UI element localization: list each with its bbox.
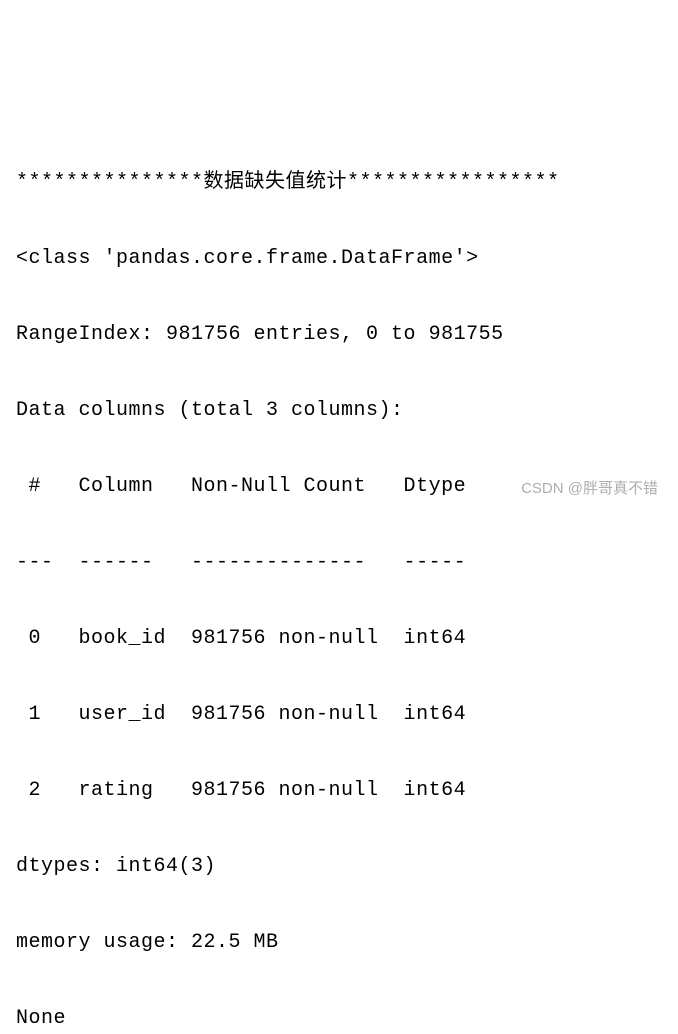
watermark: CSDN @胖哥真不错 [521, 475, 658, 504]
table-row: 2 rating 981756 non-null int64 [16, 772, 662, 810]
rangeindex-line: RangeIndex: 981756 entries, 0 to 981755 [16, 316, 662, 354]
table-row: 1 user_id 981756 non-null int64 [16, 696, 662, 734]
class-line: <class 'pandas.core.frame.DataFrame'> [16, 240, 662, 278]
column-separator: --- ------ -------------- ----- [16, 544, 662, 582]
memory-line: memory usage: 22.5 MB [16, 924, 662, 962]
data-columns-line: Data columns (total 3 columns): [16, 392, 662, 430]
section-header: ***************数据缺失值统计***************** [16, 164, 662, 202]
none-line: None [16, 1000, 662, 1034]
dtypes-line: dtypes: int64(3) [16, 848, 662, 886]
table-row: 0 book_id 981756 non-null int64 [16, 620, 662, 658]
